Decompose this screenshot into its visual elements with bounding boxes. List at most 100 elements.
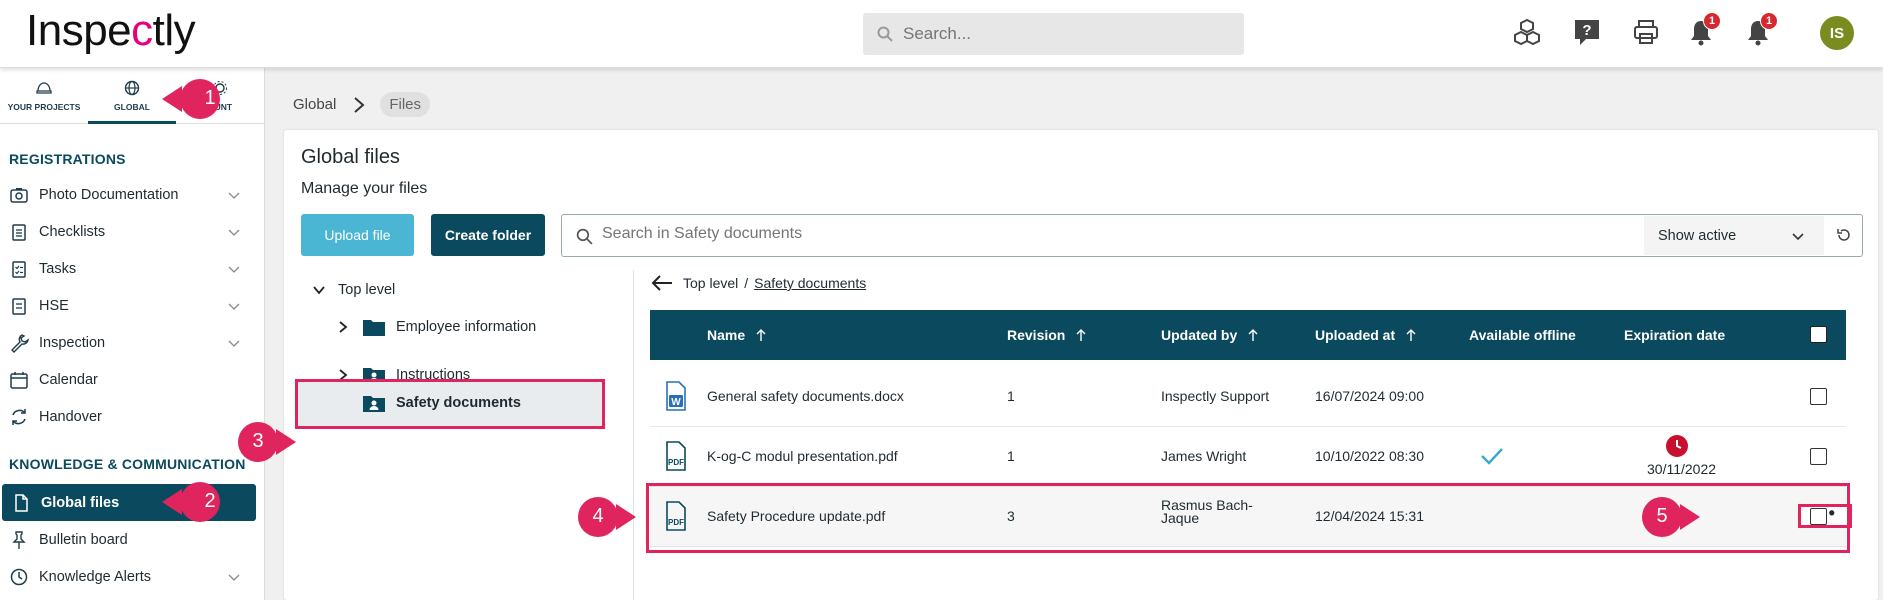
sort-arrow-icon xyxy=(1406,329,1416,341)
column-updated-by[interactable]: Updated by xyxy=(1161,327,1259,343)
global-search[interactable] xyxy=(863,13,1244,55)
cubes-icon[interactable] xyxy=(1511,16,1543,48)
files-panel: Global files Manage your files Upload fi… xyxy=(284,130,1878,600)
table-row[interactable]: W General safety documents.docx 1 Inspec… xyxy=(650,367,1846,427)
create-folder-button[interactable]: Create folder xyxy=(431,214,545,256)
tree-item-employee-information[interactable]: Employee information xyxy=(336,317,536,337)
file-table-header: Name Revision Updated by Uploaded at Ava… xyxy=(650,310,1846,360)
chevron-down-icon[interactable] xyxy=(228,226,240,238)
file-revision: 1 xyxy=(1007,388,1015,404)
file-icon xyxy=(15,493,28,512)
wrench-icon xyxy=(11,333,29,353)
sidebar-item-calendar[interactable]: Calendar xyxy=(0,361,265,398)
step-marker-3: 3 xyxy=(238,421,296,463)
file-revision: 1 xyxy=(1007,448,1015,464)
folder-icon xyxy=(363,320,385,336)
chevron-right-icon[interactable] xyxy=(336,320,350,334)
bell-icon[interactable]: 1 xyxy=(1685,12,1721,48)
sidebar-item-tasks[interactable]: Tasks xyxy=(0,250,265,287)
chevron-down-icon[interactable] xyxy=(228,263,240,275)
camera-icon xyxy=(10,187,28,203)
printer-icon[interactable] xyxy=(1630,16,1662,48)
status-filter-select[interactable]: Show active xyxy=(1644,216,1824,255)
chevron-down-icon[interactable] xyxy=(228,571,240,583)
row-checkbox[interactable] xyxy=(1810,388,1827,405)
alert-badge: 1 xyxy=(1760,12,1778,30)
user-folder-icon xyxy=(363,396,385,412)
page-title: Global files xyxy=(301,146,400,168)
column-available-offline: Available offline xyxy=(1469,327,1576,343)
chevron-down-icon xyxy=(1792,233,1804,241)
global-search-input[interactable] xyxy=(903,24,1223,44)
step-marker-4: 4 xyxy=(578,496,636,538)
breadcrumb-files: Files xyxy=(380,92,431,117)
alert-bell-icon[interactable]: 1 xyxy=(1742,12,1778,48)
path-safety-documents[interactable]: Safety documents xyxy=(754,275,866,291)
chevron-down-icon[interactable] xyxy=(312,283,326,297)
sidebar-item-inspection[interactable]: Inspection xyxy=(0,324,265,361)
tree-item-safety-documents[interactable]: Safety documents xyxy=(362,393,521,413)
files-search[interactable]: Show active xyxy=(561,214,1863,257)
file-list-path: Top level / Safety documents xyxy=(651,274,866,292)
sidebar-item-handover[interactable]: Handover xyxy=(0,398,265,435)
tree-item-top-level[interactable]: Top level xyxy=(312,282,395,298)
column-expiration-date: Expiration date xyxy=(1624,327,1726,343)
file-updated-by: Inspectly Support xyxy=(1161,388,1270,404)
check-icon xyxy=(1481,448,1503,465)
user-avatar[interactable]: IS xyxy=(1820,16,1854,50)
sidebar-item-checklists[interactable]: Checklists xyxy=(0,213,265,250)
column-revision[interactable]: Revision xyxy=(1007,327,1087,343)
svg-text:?: ? xyxy=(1582,22,1591,39)
page-subtitle: Manage your files xyxy=(301,180,428,197)
column-uploaded-at[interactable]: Uploaded at xyxy=(1315,327,1417,343)
globe-icon xyxy=(124,80,140,96)
upload-file-button[interactable]: Upload file xyxy=(301,214,414,256)
notification-badge: 1 xyxy=(1703,12,1721,30)
svg-text:PDF: PDF xyxy=(668,458,684,467)
expired-clock-icon xyxy=(1666,435,1688,457)
chevron-down-icon[interactable] xyxy=(228,337,240,349)
tab-your-projects[interactable]: YOUR PROJECTS xyxy=(0,76,88,124)
top-bar: Inspectly ? 1 1 IS xyxy=(0,0,1883,68)
alert-clock-icon xyxy=(10,568,28,585)
sidebar-item-bulletin-board[interactable]: Bulletin board xyxy=(0,521,265,558)
step-marker-1: 1 xyxy=(162,78,230,120)
path-top-level[interactable]: Top level xyxy=(683,275,738,291)
checklist-icon xyxy=(12,223,26,241)
folder-tree: Top level Employee information Instructi… xyxy=(284,270,634,600)
breadcrumb-global[interactable]: Global xyxy=(293,96,336,113)
select-all-checkbox[interactable] xyxy=(1810,326,1827,343)
file-uploaded-at: 16/07/2024 09:00 xyxy=(1315,388,1424,404)
breadcrumb: Global Files xyxy=(293,92,431,117)
chevron-right-icon xyxy=(354,96,365,113)
file-updated-by: James Wright xyxy=(1161,448,1247,464)
chevron-down-icon[interactable] xyxy=(228,189,240,201)
svg-text:W: W xyxy=(671,397,681,408)
hse-icon xyxy=(12,297,26,315)
column-name[interactable]: Name xyxy=(707,327,767,343)
table-row[interactable]: PDF K-og-C modul presentation.pdf 1 Jame… xyxy=(650,427,1846,487)
file-name[interactable]: General safety documents.docx xyxy=(707,388,904,404)
reset-icon[interactable] xyxy=(1836,227,1852,243)
search-icon xyxy=(877,26,893,42)
files-search-input[interactable] xyxy=(602,225,1432,243)
file-name[interactable]: K-og-C modul presentation.pdf xyxy=(707,448,898,464)
app-logo[interactable]: Inspectly xyxy=(26,6,196,56)
tasks-icon xyxy=(12,260,26,278)
chevron-down-icon[interactable] xyxy=(228,300,240,312)
help-icon[interactable]: ? xyxy=(1571,16,1603,48)
handover-icon xyxy=(12,408,26,425)
sidebar-item-hse[interactable]: HSE xyxy=(0,287,265,324)
search-icon xyxy=(576,228,593,245)
arrow-left-icon[interactable] xyxy=(651,274,673,292)
step-marker-5: 5 xyxy=(1642,496,1700,538)
row-checkbox[interactable] xyxy=(1810,448,1827,465)
sort-arrow-icon xyxy=(1248,329,1258,341)
file-uploaded-at: 10/10/2022 08:30 xyxy=(1315,448,1424,464)
word-file-icon: W xyxy=(666,381,686,411)
sort-arrow-icon xyxy=(1076,329,1086,341)
sidebar-item-knowledge-alerts[interactable]: Knowledge Alerts xyxy=(0,558,265,595)
section-knowledge-communication: KNOWLEDGE & COMMUNICATION xyxy=(9,456,246,472)
sidebar-item-photo-documentation[interactable]: Photo Documentation xyxy=(0,176,265,213)
sort-arrow-icon xyxy=(756,329,766,341)
